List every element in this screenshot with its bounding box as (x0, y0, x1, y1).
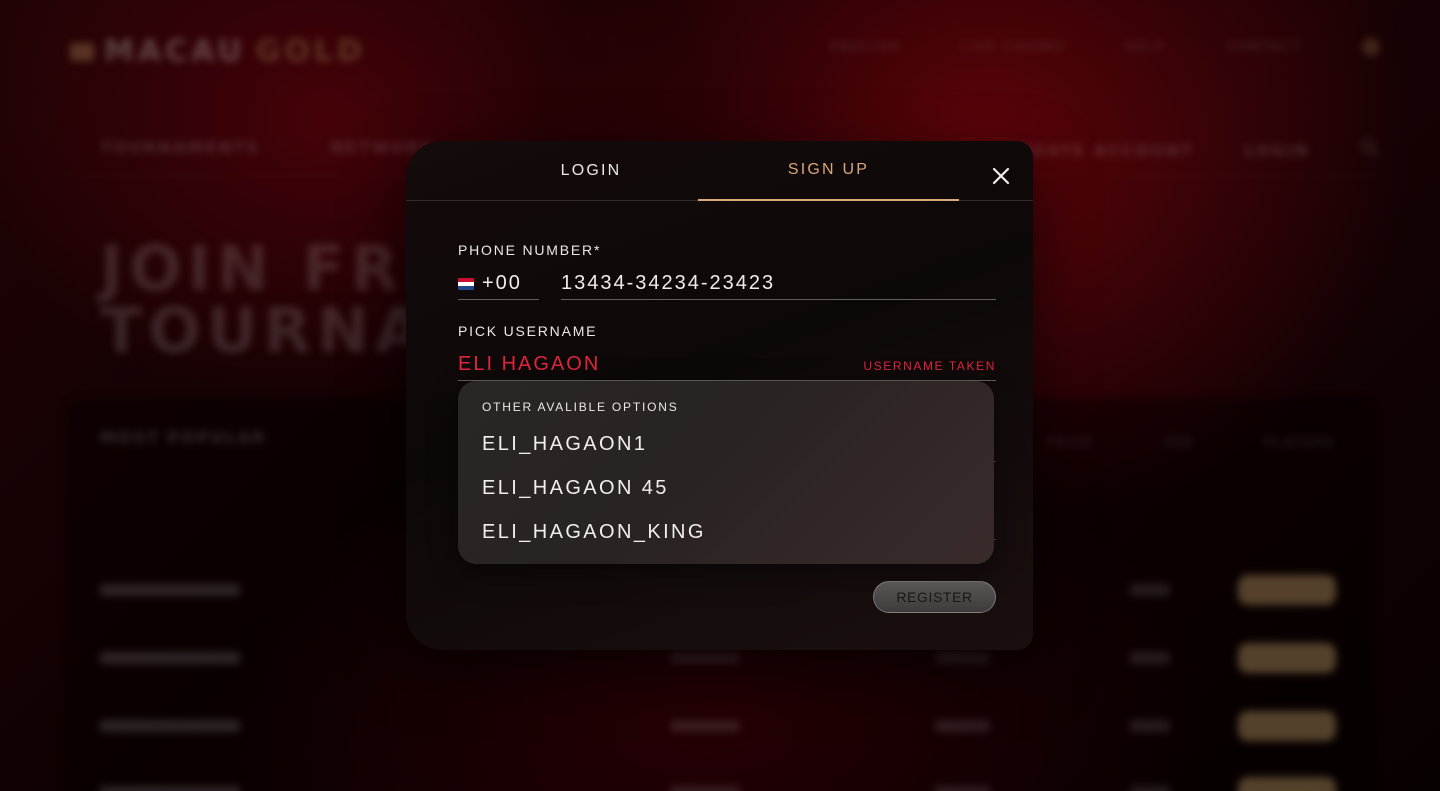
username-suggestions-dropdown: OTHER AVALIBLE OPTIONS ELI_HAGAON1 ELI_H… (458, 381, 994, 564)
tab-login[interactable]: LOGIN (476, 141, 706, 201)
close-icon (992, 167, 1010, 185)
username-error: USERNAME TAKEN (863, 359, 996, 373)
country-code-select[interactable]: +00 (458, 268, 539, 300)
tab-signup[interactable]: SIGN UP (698, 141, 959, 201)
suggestion-option[interactable]: ELI_HAGAON 45 (482, 477, 669, 500)
suggestion-option[interactable]: ELI_HAGAON1 (482, 433, 647, 456)
suggestion-option[interactable]: ELI_HAGAON_KING (482, 521, 706, 544)
close-button[interactable] (986, 161, 1016, 191)
auth-tabs: LOGIN SIGN UP (406, 141, 1033, 201)
username-label: PICK USERNAME (458, 323, 598, 339)
register-button[interactable]: REGISTER (873, 581, 996, 613)
suggestions-title: OTHER AVALIBLE OPTIONS (482, 400, 679, 414)
country-code-value: +00 (482, 272, 522, 294)
flag-icon (458, 277, 474, 290)
signup-modal: LOGIN SIGN UP PHONE NUMBER* +00 PICK USE… (406, 141, 1033, 650)
phone-number-input[interactable] (561, 268, 996, 300)
phone-label: PHONE NUMBER* (458, 242, 602, 258)
